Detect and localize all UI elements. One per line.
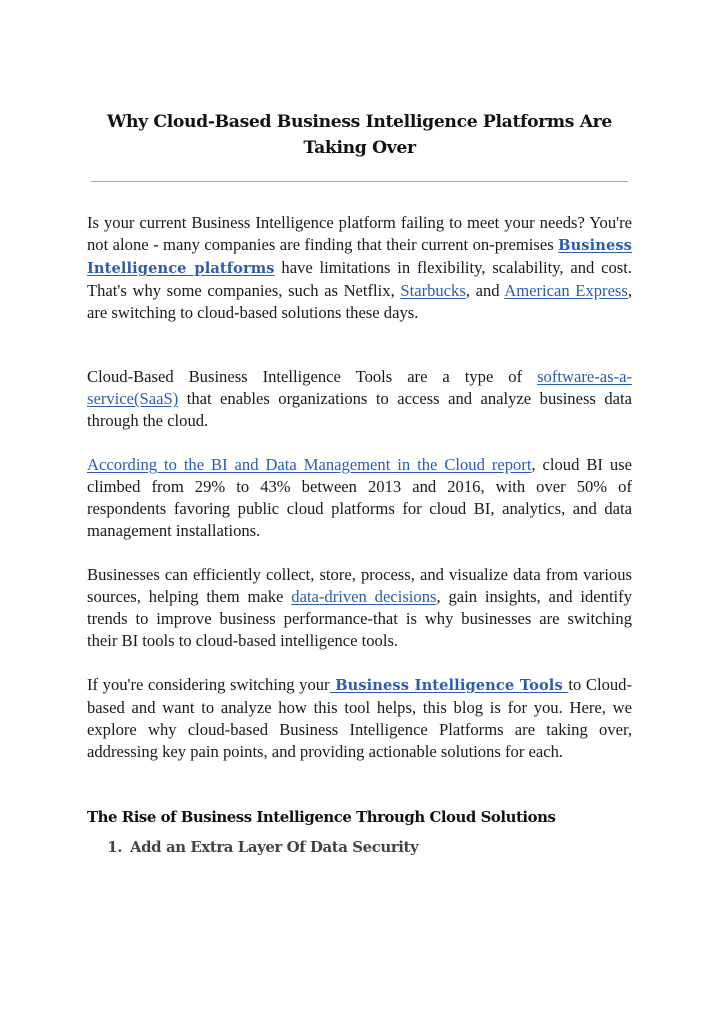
paragraph-blog-purpose: If you're considering switching your Bus… [87, 674, 632, 763]
list-item-number: 1. [107, 838, 122, 856]
paragraph-business-benefits: Businesses can efficiently collect, stor… [87, 564, 632, 652]
inline-link-business-intelligence-tools[interactable]: Business Intelligence Tools [330, 677, 569, 694]
inline-link-according-to-the-bi-and-data-management-in-the-cloud-report[interactable]: According to the BI and Data Management … [87, 455, 531, 474]
title-divider [91, 181, 628, 182]
list-item-text: Add an Extra Layer Of Data Security [130, 838, 419, 856]
paragraph-cloud-bi-stats: According to the BI and Data Management … [87, 454, 632, 542]
paragraph-saas-definition: Cloud-Based Business Intelligence Tools … [87, 366, 632, 432]
paragraph-text: , and [465, 281, 505, 300]
paragraph-text: Is your current Business Intelligence pl… [87, 213, 632, 254]
numbered-list: 1. Add an Extra Layer Of Data Security [87, 836, 418, 858]
document-title: Why Cloud-Based Business Intelligence Pl… [107, 112, 612, 158]
inline-link-data-driven-decisions[interactable]: data-driven decisions [291, 587, 436, 606]
paragraph-intro: Is your current Business Intelligence pl… [87, 212, 632, 324]
inline-link-american-express[interactable]: American Express [504, 281, 628, 300]
inline-link-starbucks[interactable]: Starbucks [400, 281, 465, 300]
section-heading: The Rise of Business Intelligence Throug… [87, 808, 556, 826]
paragraph-text: If you're considering switching your [87, 675, 330, 694]
list-item: 1. Add an Extra Layer Of Data Security [87, 836, 418, 858]
paragraph-text: Cloud-Based Business Intelligence Tools … [87, 367, 538, 386]
